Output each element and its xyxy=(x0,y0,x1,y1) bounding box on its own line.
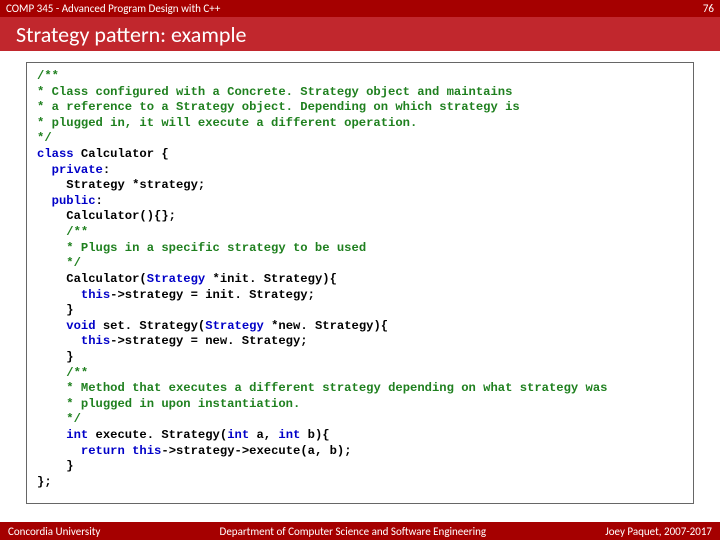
footer-right: Joey Paquet, 2007-2017 xyxy=(605,525,712,538)
code-content: /** * Class configured with a Concrete. … xyxy=(37,69,683,490)
header-bar: COMP 345 - Advanced Program Design with … xyxy=(0,0,720,17)
title-text: Strategy pattern: example xyxy=(16,21,246,48)
footer-left: Concordia University xyxy=(8,525,100,538)
course-label: COMP 345 - Advanced Program Design with … xyxy=(6,2,220,15)
footer-center: Department of Computer Science and Softw… xyxy=(220,525,487,538)
code-block: /** * Class configured with a Concrete. … xyxy=(26,62,694,504)
slide-title: Strategy pattern: example xyxy=(0,17,720,51)
footer-bar: Concordia University Department of Compu… xyxy=(0,522,720,540)
slide-number: 76 xyxy=(703,2,714,15)
